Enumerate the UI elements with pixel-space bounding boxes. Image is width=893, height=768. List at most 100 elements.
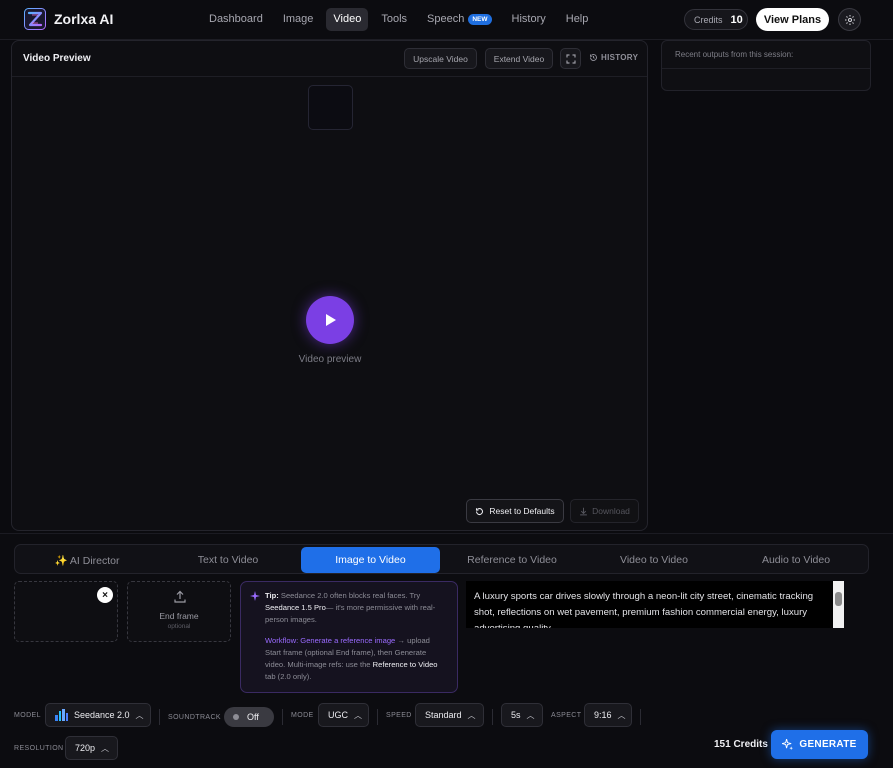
- nav-history[interactable]: History: [505, 8, 553, 31]
- upload-icon: [174, 590, 186, 603]
- history-link[interactable]: HISTORY: [589, 53, 638, 62]
- top-nav-bar: Zorlxa AI Dashboard Image Video Tools Sp…: [0, 0, 893, 40]
- divider: [640, 709, 641, 725]
- soundtrack-value: Off: [247, 712, 259, 722]
- reset-defaults-button[interactable]: Reset to Defaults: [466, 499, 564, 523]
- video-preview-placeholder: Video preview: [298, 354, 362, 365]
- generation-controls: ✨ AI Director Text to Video Image to Vid…: [0, 533, 893, 768]
- remove-start-frame-button[interactable]: ×: [97, 587, 113, 603]
- thumbnail-slot[interactable]: [308, 85, 353, 130]
- tab-image-to-video[interactable]: Image to Video: [301, 547, 440, 573]
- divider: [492, 709, 493, 725]
- chevron-up-icon: ︿: [526, 710, 535, 720]
- duration-value: 5s: [511, 710, 521, 720]
- generate-reference-link[interactable]: Workflow: Generate a reference image: [265, 636, 395, 645]
- video-preview-panel: Video Preview Upscale Video Extend Video…: [11, 40, 648, 531]
- credits-pill[interactable]: Credits 10: [684, 9, 748, 30]
- end-frame-label: End frame: [159, 611, 199, 621]
- preview-title: Video Preview: [23, 53, 91, 64]
- mode-value: UGC: [328, 710, 348, 720]
- recent-outputs-panel: Recent outputs from this session:: [661, 40, 871, 91]
- divider: [159, 709, 160, 725]
- sparkle-icon: [782, 739, 794, 750]
- new-badge: NEW: [468, 14, 492, 25]
- generate-label: GENERATE: [799, 739, 857, 750]
- reset-label: Reset to Defaults: [489, 506, 555, 516]
- history-icon: [590, 54, 597, 61]
- settings-button[interactable]: [838, 8, 861, 31]
- sparkle-icon: [250, 591, 260, 601]
- tip-paragraph: Tip: Seedance 2.0 often blocks real face…: [265, 590, 447, 626]
- chevron-up-icon: ︿: [354, 710, 362, 720]
- workflow-paragraph: Workflow: Generate a reference image → u…: [265, 635, 447, 683]
- nav-help[interactable]: Help: [559, 8, 596, 31]
- main-nav: Dashboard Image Video Tools Speech NEW H…: [202, 8, 595, 31]
- nav-tools[interactable]: Tools: [374, 8, 414, 31]
- extend-video-button[interactable]: Extend Video: [485, 48, 553, 69]
- model-value: Seedance 2.0: [74, 710, 130, 720]
- speed-label: SPEED: [386, 712, 412, 719]
- view-plans-button[interactable]: View Plans: [756, 8, 829, 31]
- reference-to-video-link[interactable]: Reference to Video: [373, 660, 438, 669]
- credits-value: 10: [730, 13, 743, 26]
- preview-header: Video Preview Upscale Video Extend Video…: [12, 41, 647, 77]
- tip-lead: Tip:: [265, 591, 279, 600]
- resolution-value: 720p: [75, 743, 96, 753]
- zorlxa-logo-icon[interactable]: [24, 8, 46, 30]
- credits-label: Credits: [694, 14, 723, 25]
- nav-video[interactable]: Video: [326, 8, 369, 31]
- download-icon: [580, 507, 587, 515]
- resolution-label: RESOLUTION: [14, 745, 64, 752]
- model-bars-icon: [55, 709, 68, 721]
- tab-reference-to-video[interactable]: Reference to Video: [442, 547, 582, 573]
- speed-value: Standard: [425, 710, 462, 720]
- toggle-knob: [233, 714, 239, 720]
- divider: [282, 709, 283, 725]
- model-select[interactable]: Seedance 2.0 ︿: [45, 703, 151, 727]
- aspect-select[interactable]: 9:16 ︿: [584, 703, 632, 727]
- play-button[interactable]: [306, 296, 354, 344]
- mode-select[interactable]: UGC ︿: [318, 703, 369, 727]
- speed-select[interactable]: Standard ︿: [415, 703, 484, 727]
- scrollbar-thumb[interactable]: [835, 592, 842, 606]
- end-frame-optional: optional: [167, 623, 191, 630]
- model-label: MODEL: [14, 712, 41, 719]
- brand-name[interactable]: Zorlxa AI: [54, 11, 113, 27]
- duration-select[interactable]: 5s ︿: [501, 703, 543, 727]
- divider: [377, 709, 378, 725]
- chevron-up-icon: ︿: [467, 710, 476, 720]
- workflow-text-end: tab (2.0 only).: [265, 672, 312, 681]
- start-frame-dropzone[interactable]: ×: [14, 581, 118, 642]
- end-frame-dropzone[interactable]: End frame optional: [127, 581, 231, 642]
- download-label: Download: [592, 506, 630, 516]
- nav-speech-label: Speech: [427, 13, 465, 25]
- download-button[interactable]: Download: [570, 499, 639, 523]
- gear-icon: [844, 14, 855, 25]
- aspect-label: ASPECT: [551, 712, 582, 719]
- tab-video-to-video[interactable]: Video to Video: [584, 547, 724, 573]
- tab-ai-director[interactable]: ✨ AI Director: [17, 547, 157, 573]
- history-label: HISTORY: [601, 53, 639, 62]
- aspect-value: 9:16: [594, 710, 612, 720]
- tab-audio-to-video[interactable]: Audio to Video: [726, 547, 866, 573]
- nav-speech[interactable]: Speech NEW: [420, 8, 498, 31]
- fullscreen-button[interactable]: [560, 48, 581, 69]
- resolution-select[interactable]: 720p ︿: [65, 736, 118, 760]
- recent-outputs-title: Recent outputs from this session:: [675, 50, 794, 59]
- soundtrack-label: SOUNDTRACK: [168, 714, 222, 721]
- play-icon: [326, 314, 336, 326]
- tab-text-to-video[interactable]: Text to Video: [158, 547, 298, 573]
- tip-model-link[interactable]: Seedance 1.5 Pro: [265, 603, 326, 612]
- prompt-textarea[interactable]: A luxury sports car drives slowly throug…: [466, 581, 844, 628]
- generate-button[interactable]: GENERATE: [771, 730, 868, 759]
- nav-image[interactable]: Image: [276, 8, 321, 31]
- nav-dashboard[interactable]: Dashboard: [202, 8, 270, 31]
- tip-text-1: Seedance 2.0 often blocks real faces. Tr…: [278, 591, 421, 600]
- chevron-up-icon: ︿: [135, 710, 144, 720]
- reset-icon: [476, 507, 484, 515]
- upscale-video-button[interactable]: Upscale Video: [404, 48, 477, 69]
- divider: [662, 68, 870, 69]
- chevron-up-icon: ︿: [101, 743, 110, 753]
- prompt-scrollbar[interactable]: [833, 581, 844, 628]
- soundtrack-toggle[interactable]: Off: [224, 707, 274, 727]
